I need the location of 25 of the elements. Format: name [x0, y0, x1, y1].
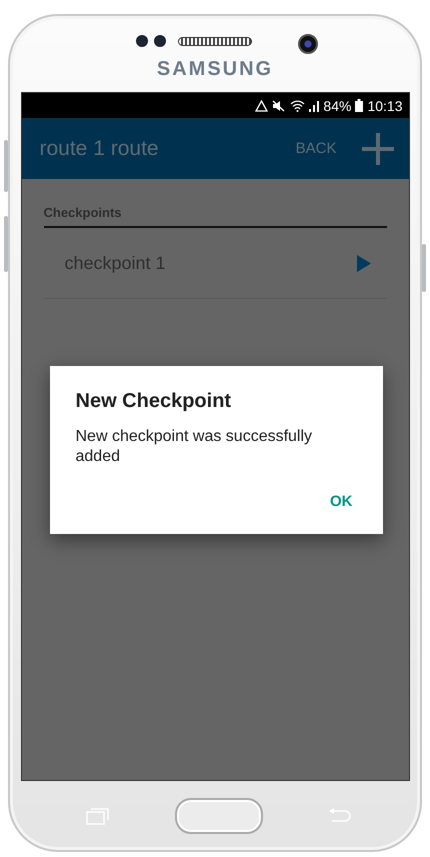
signal-icon: [309, 100, 320, 112]
mute-icon: [272, 100, 286, 112]
play-icon: [356, 254, 370, 272]
brand-logo: SAMSUNG: [156, 58, 274, 81]
recent-apps-icon[interactable]: [86, 806, 110, 824]
clock-time: 10:13: [367, 98, 402, 114]
screen-title: route 1 route: [40, 136, 160, 160]
back-button[interactable]: BACK: [292, 136, 340, 161]
dialog-title: New Checkpoint: [76, 390, 232, 413]
back-icon[interactable]: [328, 806, 352, 824]
dialog-message: New checkpoint was successfully added: [76, 427, 314, 467]
battery-percent: 84%: [323, 98, 352, 114]
sensor-icon: [154, 35, 166, 47]
side-key: [4, 140, 8, 192]
ok-button[interactable]: OK: [318, 485, 364, 518]
side-key: [4, 216, 8, 272]
side-key: [422, 244, 426, 292]
wifi-icon: [290, 100, 306, 112]
add-icon[interactable]: [360, 132, 394, 166]
camera-icon: [298, 34, 318, 54]
section-heading: Checkpoints: [44, 205, 386, 228]
warning-icon: [255, 100, 268, 112]
sensor-icon: [136, 35, 148, 47]
home-button[interactable]: [175, 798, 263, 834]
battery-icon: [355, 99, 364, 112]
